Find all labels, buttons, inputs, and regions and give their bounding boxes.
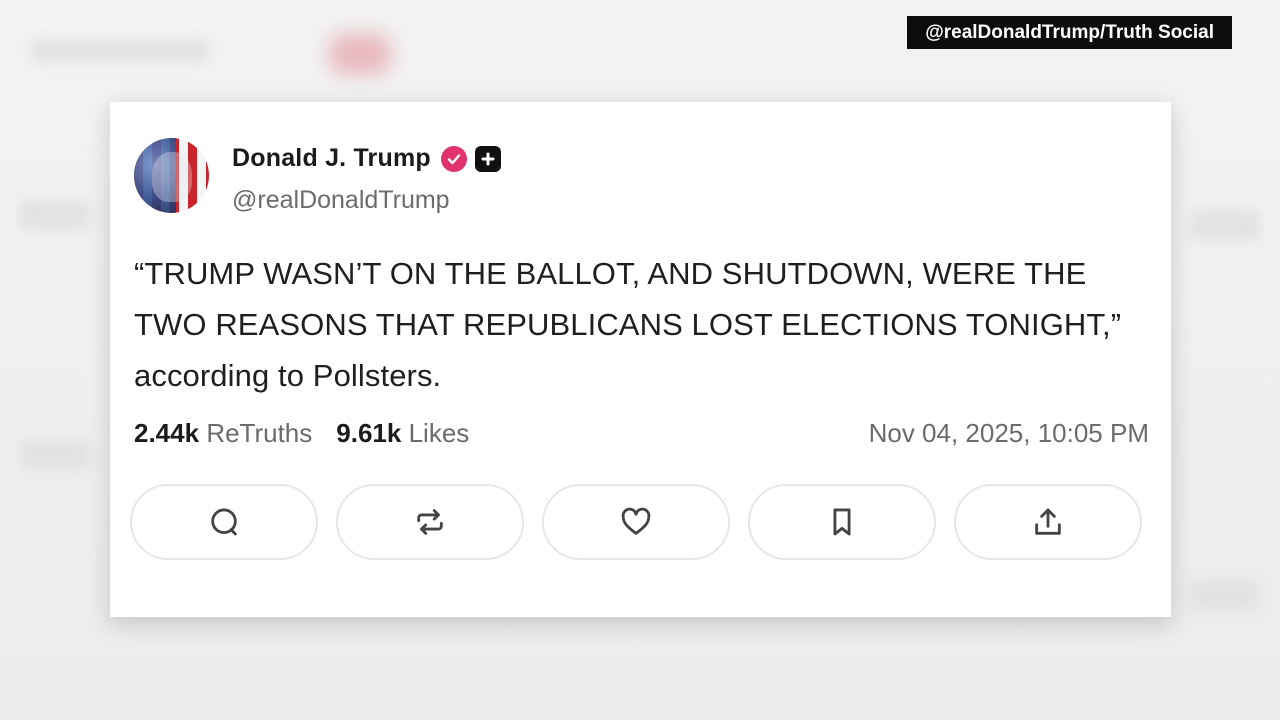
- background-blur: [1190, 580, 1260, 610]
- likes-stat[interactable]: 9.61k Likes: [336, 418, 469, 449]
- background-blur: [30, 40, 210, 62]
- background-blur: [330, 34, 390, 74]
- reply-button[interactable]: [130, 484, 318, 560]
- source-tag: @realDonaldTrump/Truth Social: [907, 16, 1232, 49]
- likes-count: 9.61k: [336, 418, 402, 448]
- retruth-icon: [417, 509, 443, 535]
- verified-badge-icon: [440, 145, 467, 172]
- share-button[interactable]: [954, 484, 1142, 560]
- retruths-count: 2.44k: [134, 418, 200, 448]
- post-stats: 2.44k ReTruths 9.61k Likes: [134, 418, 493, 449]
- like-button[interactable]: [542, 484, 730, 560]
- reply-icon: [211, 508, 237, 536]
- author-handle[interactable]: @realDonaldTrump: [232, 186, 450, 215]
- background-blur: [1190, 210, 1260, 240]
- post-card: Donald J. Trump @realDonaldTrump “TRUMP …: [110, 102, 1171, 617]
- post-text: “TRUMP WASN’T ON THE BALLOT, AND SHUTDOW…: [134, 256, 1122, 393]
- background-blur: [20, 200, 90, 230]
- bookmark-button[interactable]: [748, 484, 936, 560]
- plus-badge-icon: [474, 145, 501, 172]
- share-icon: [1035, 508, 1061, 535]
- post-timestamp[interactable]: Nov 04, 2025, 10:05 PM: [869, 418, 1149, 449]
- background-blur: [20, 440, 90, 470]
- retruths-label: ReTruths: [206, 418, 313, 448]
- avatar[interactable]: [134, 138, 209, 213]
- bookmark-icon: [833, 508, 851, 536]
- action-bar: [130, 484, 1142, 560]
- author-name[interactable]: Donald J. Trump: [232, 144, 431, 173]
- retruths-stat[interactable]: 2.44k ReTruths: [134, 418, 312, 449]
- heart-icon: [621, 507, 651, 535]
- retruth-button[interactable]: [336, 484, 524, 560]
- likes-label: Likes: [408, 418, 470, 448]
- author-row: Donald J. Trump: [232, 144, 501, 173]
